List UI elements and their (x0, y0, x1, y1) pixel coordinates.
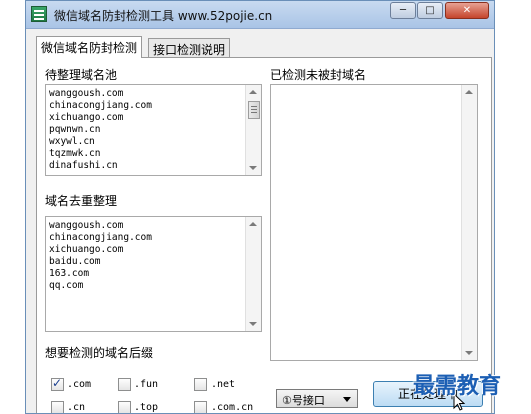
checkbox-net-label: .net (211, 379, 236, 390)
dedupe-scrollbar[interactable] (245, 217, 261, 331)
scroll-down-icon[interactable] (465, 351, 473, 355)
dedupe-list: wanggoush.com chinacongjiang.com xichuan… (49, 220, 152, 292)
unblocked-label: 已检测未被封域名 (270, 68, 367, 82)
pending-pool-label: 待整理域名池 (45, 68, 118, 82)
checkbox-fun-label: .fun (134, 379, 159, 390)
list-item: wxywl.cn (49, 136, 95, 147)
list-item: baidu.com (49, 256, 101, 267)
app-icon (31, 6, 47, 22)
watermark-logo: 最需教育 (413, 373, 502, 399)
scroll-down-icon[interactable] (249, 166, 257, 170)
checkbox-cn-label: .cn (67, 402, 86, 413)
interface-select[interactable]: ①号接口 (276, 389, 358, 408)
checkbox-cn[interactable] (51, 401, 64, 413)
pending-pool-list: wanggoush.com chinacongjiang.com xichuan… (49, 88, 152, 172)
scroll-down-icon[interactable] (249, 322, 257, 326)
checkbox-com-cn-label: .com.cn (211, 402, 254, 413)
dedupe-label: 域名去重整理 (45, 194, 118, 208)
title-bar[interactable]: 微信域名防封检测工具 www.52pojie.cn ─ □ ✕ (26, 1, 494, 29)
list-item: 163.com (49, 268, 90, 279)
pending-pool-scrollbar[interactable] (245, 85, 261, 175)
chevron-down-icon (343, 397, 351, 402)
tab-interface-help[interactable]: 接口检测说明 (148, 38, 231, 57)
pending-pool-textarea[interactable]: wanggoush.com chinacongjiang.com xichuan… (45, 84, 262, 176)
scroll-thumb[interactable] (248, 101, 260, 119)
unblocked-scrollbar[interactable] (461, 85, 477, 360)
maximize-button[interactable]: □ (417, 2, 443, 19)
tab-panel: 待整理域名池 wanggoush.com chinacongjiang.com … (36, 57, 492, 413)
scroll-up-icon[interactable] (249, 222, 257, 226)
dedupe-textarea[interactable]: wanggoush.com chinacongjiang.com xichuan… (45, 216, 262, 332)
tab-domain-check[interactable]: 微信域名防封检测 (36, 36, 143, 58)
close-button[interactable]: ✕ (445, 2, 489, 19)
list-item: qq.com (49, 280, 84, 291)
checkbox-top[interactable] (118, 401, 131, 413)
checkbox-com-cn[interactable] (194, 401, 207, 413)
list-item: chinacongjiang.com (49, 232, 152, 243)
scroll-up-icon[interactable] (249, 90, 257, 94)
list-item: wanggoush.com (49, 220, 124, 231)
list-item: dinafushi.cn (49, 160, 118, 171)
suffix-label: 想要检测的域名后缀 (45, 346, 154, 360)
app-window: 微信域名防封检测工具 www.52pojie.cn ─ □ ✕ 微信域名防封检测… (25, 0, 495, 414)
maximize-icon: □ (425, 5, 435, 16)
list-item: chinacongjiang.com (49, 100, 152, 111)
close-icon: ✕ (462, 5, 472, 16)
checkbox-top-label: .top (134, 402, 159, 413)
window-title: 微信域名防封检测工具 www.52pojie.cn (54, 9, 273, 23)
list-item: pqwnwn.cn (49, 124, 101, 135)
checkbox-com[interactable] (51, 376, 64, 391)
checkbox-com-label: .com (67, 379, 92, 390)
list-item: xichuango.com (49, 244, 124, 255)
list-item: wanggoush.com (49, 88, 124, 99)
checkbox-fun[interactable] (118, 378, 131, 391)
interface-select-value: ①号接口 (282, 394, 325, 407)
minimize-icon: ─ (399, 5, 407, 16)
list-item: tqzmwk.cn (49, 148, 101, 159)
checkbox-net[interactable] (194, 378, 207, 391)
list-item: xichuango.com (49, 112, 124, 123)
minimize-button[interactable]: ─ (390, 2, 416, 19)
scroll-up-icon[interactable] (465, 90, 473, 94)
unblocked-textarea[interactable] (270, 84, 478, 361)
